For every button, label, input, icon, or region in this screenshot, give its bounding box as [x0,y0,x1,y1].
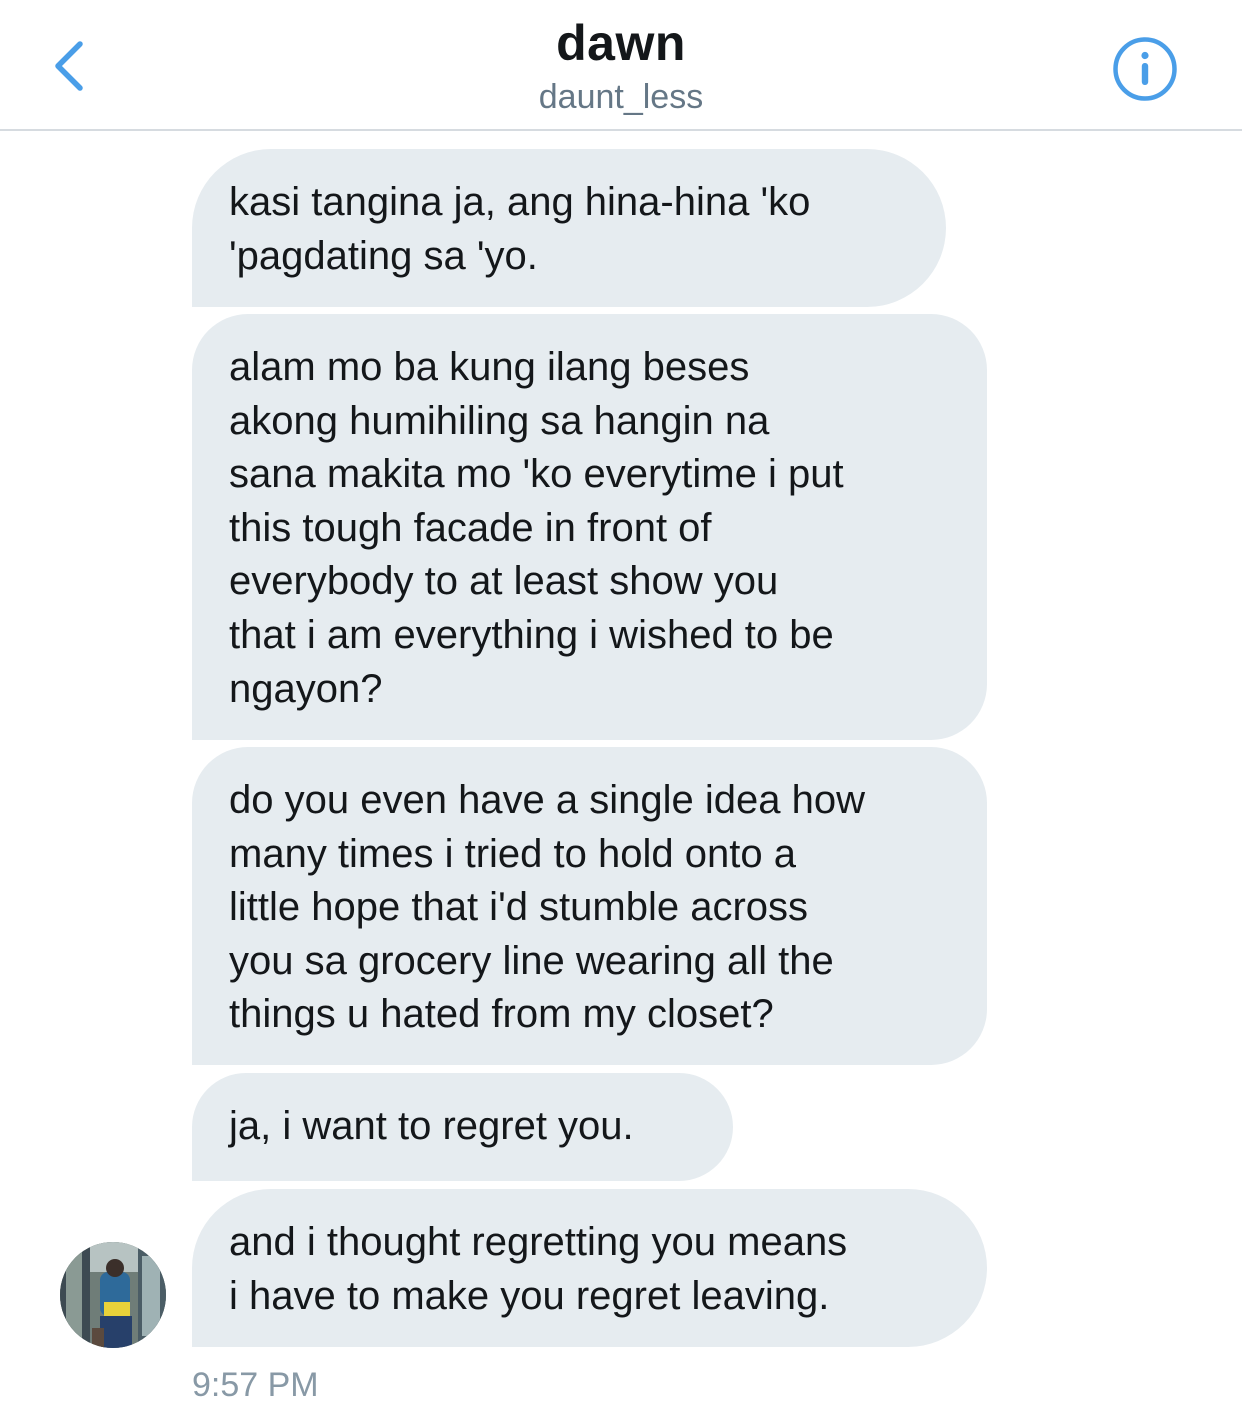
message-text-line: that i am everything i wished to be [229,612,834,657]
message-bubble[interactable]: ja, i want to regret you. [192,1073,733,1181]
message-text-line: i have to make you regret leaving. [229,1273,830,1318]
message-bubble[interactable]: do you even have a single idea how many … [192,747,987,1065]
message-text-line: everybody to at least show you [229,559,779,604]
message-text-line: you sa grocery line wearing all the [229,938,834,983]
message-text-line: sana makita mo 'ko everytime i put [229,452,844,497]
message-text-line: this tough facade in front of [229,505,712,550]
message-text-line: many times i tried to hold onto a [229,831,796,876]
message-bubble[interactable]: and i thought regretting you means i hav… [192,1189,987,1347]
info-circle-icon [1113,37,1177,101]
message-text-line: things u hated from my closet? [229,992,774,1037]
message-text-line: do you even have a single idea how [229,778,866,822]
message-timestamp: 9:57 PM [192,1366,319,1404]
message-text-line: ja, i want to regret you. [229,1104,634,1148]
conversation-header: dawn daunt_less [0,0,1242,131]
avatar-photo [60,1242,166,1348]
message-text-line: ngayon? [229,666,383,711]
message-text-line: alam mo ba kung ilang beses [229,345,750,389]
message-text-line: 'pagdating sa 'yo. [229,233,538,278]
message-bubble[interactable]: alam mo ba kung ilang beses akong humihi… [192,314,987,740]
message-text-line: akong humihiling sa hangin na [229,398,770,443]
conversation-title: dawn [556,15,686,71]
message-bubble[interactable]: kasi tangina ja, ang hina-hina 'ko 'pagd… [192,149,946,307]
info-button[interactable] [1112,36,1178,102]
avatar[interactable] [60,1242,166,1348]
message-text-line: kasi tangina ja, ang hina-hina 'ko [229,180,811,224]
conversation-title-block: dawn daunt_less [0,12,1242,118]
conversation-handle: daunt_less [538,78,704,116]
message-text-line: little hope that i'd stumble across [229,885,809,930]
message-text-line: and i thought regretting you means [229,1220,848,1264]
